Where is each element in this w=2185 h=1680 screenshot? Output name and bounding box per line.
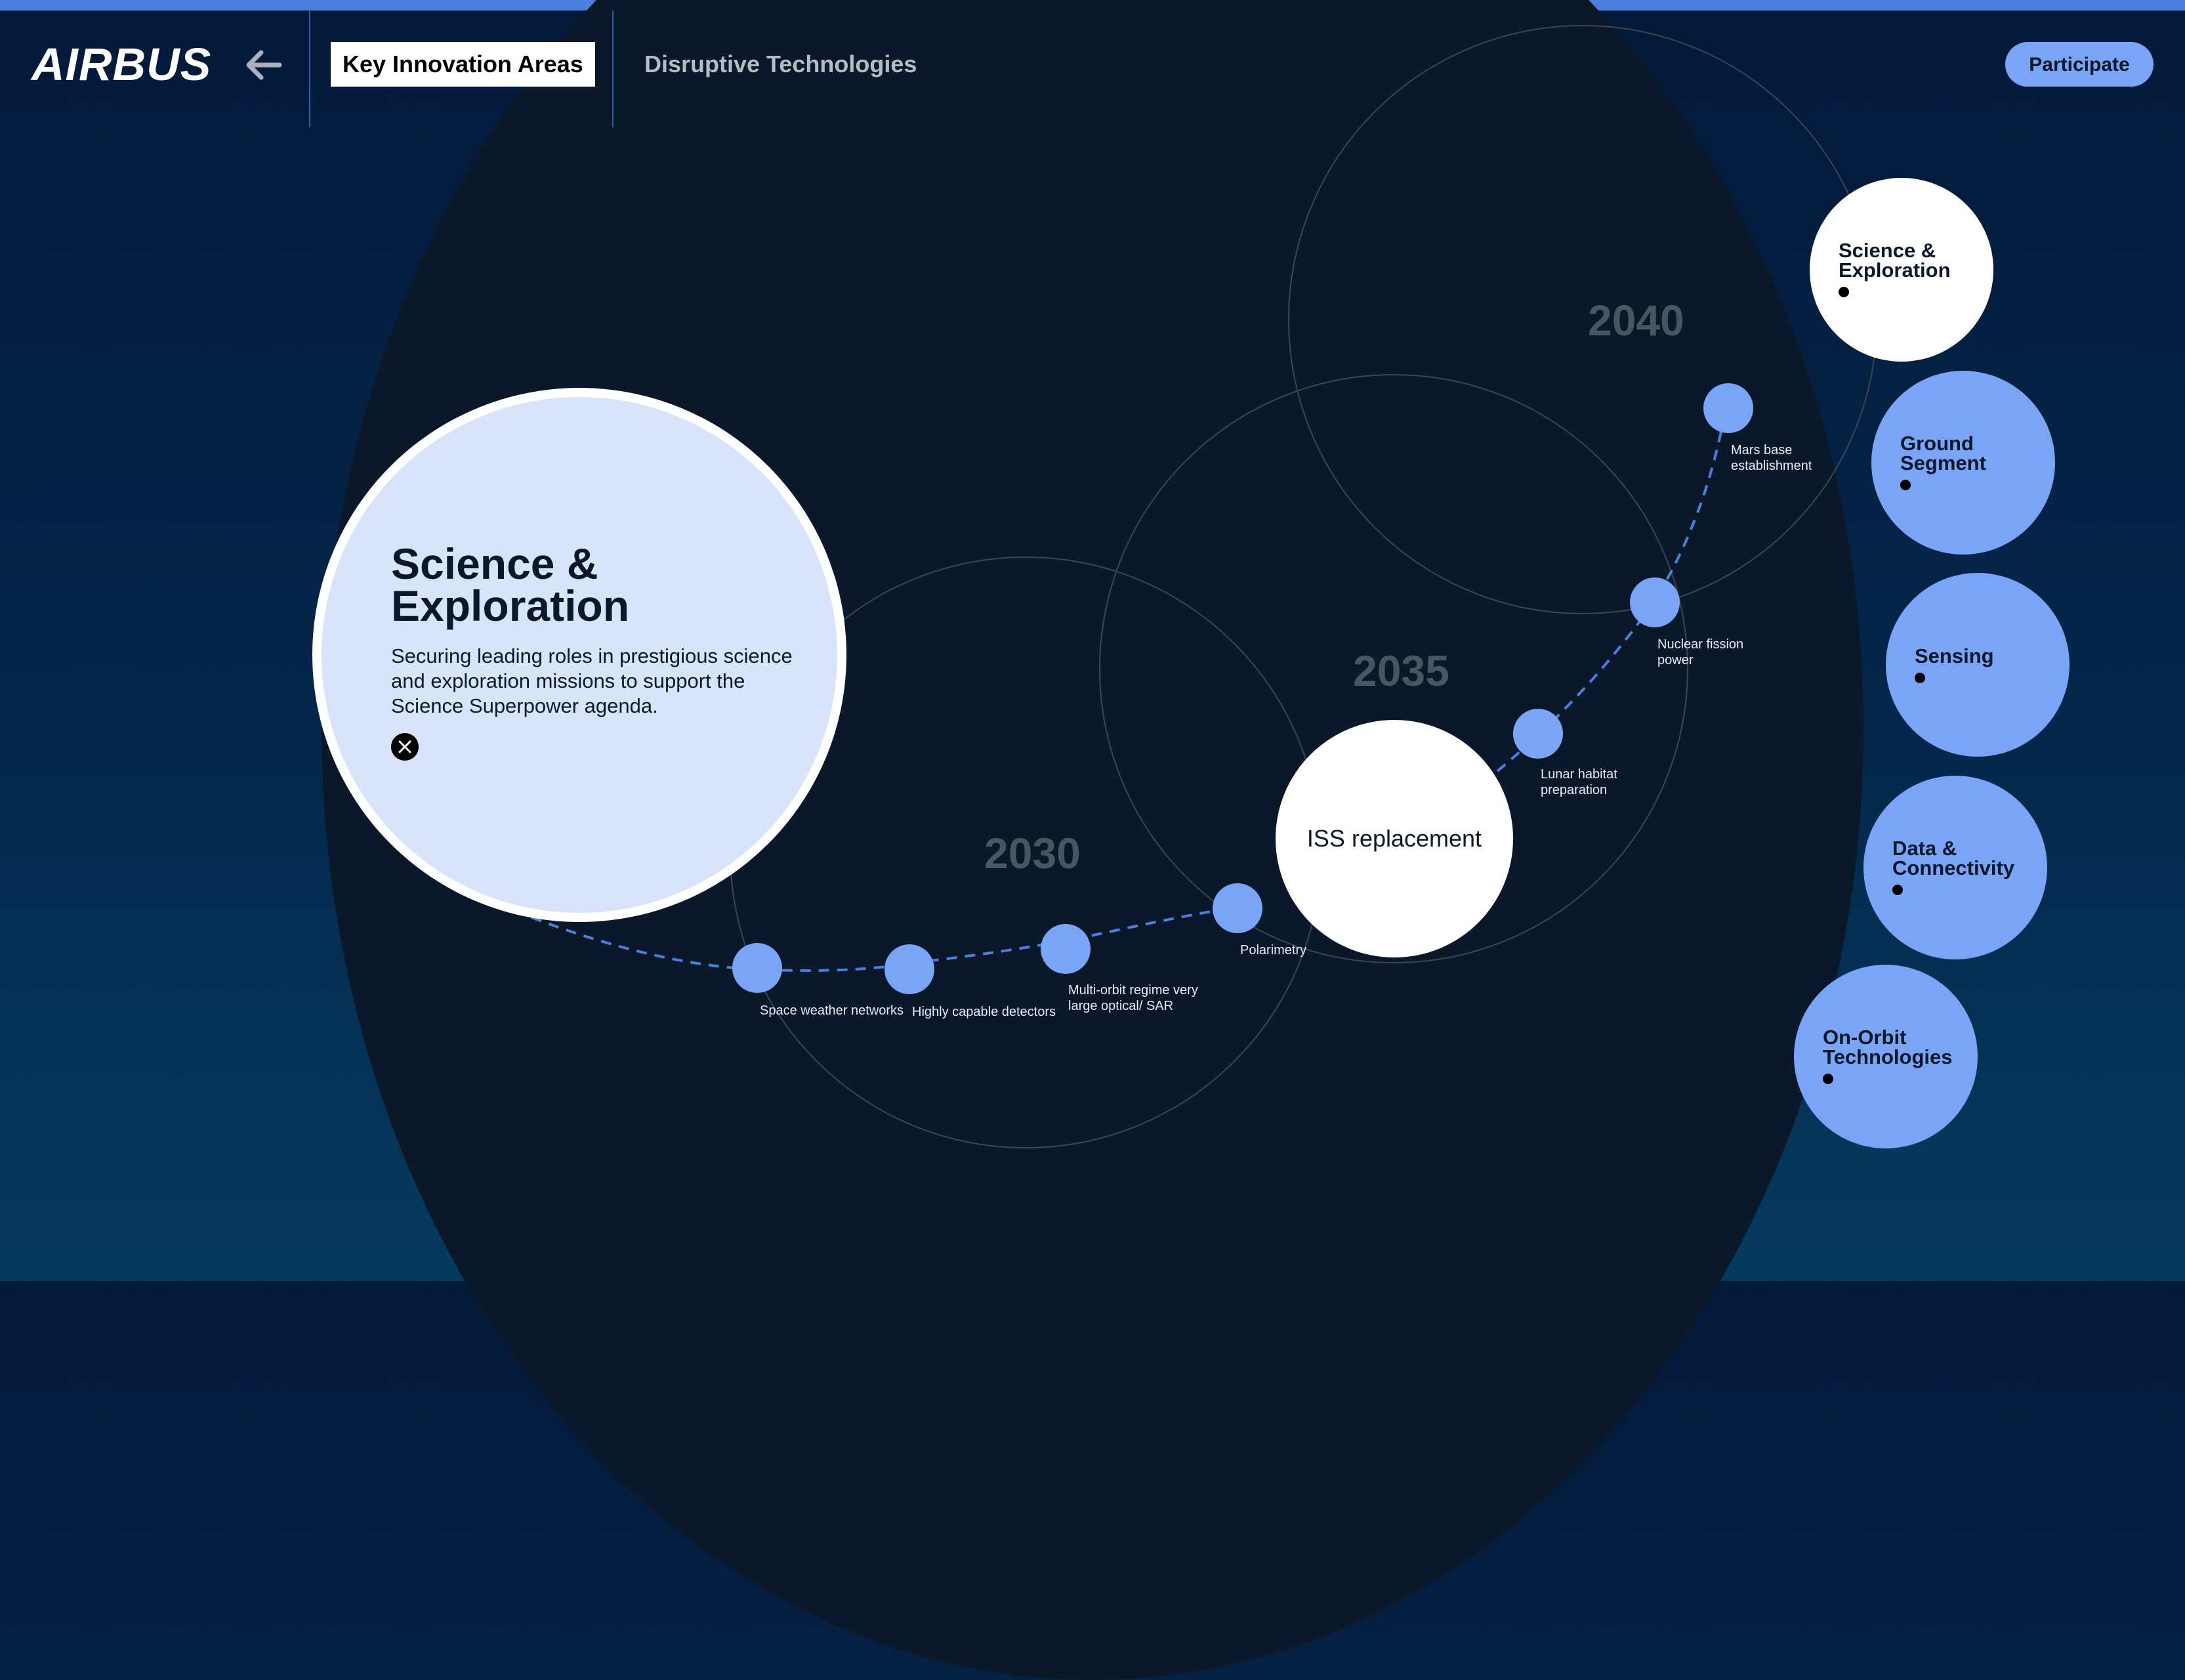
milestone-dot[interactable] xyxy=(1041,924,1091,974)
nav-label: Ground Segment xyxy=(1900,432,1986,474)
card-title: Science & Exploration xyxy=(391,539,630,630)
back-arrow-icon[interactable] xyxy=(240,42,286,88)
nav-label: On-Orbit Technologies xyxy=(1823,1026,1953,1068)
nav-data-connectivity[interactable]: Data & Connectivity xyxy=(1863,776,2047,959)
milestone-dot[interactable] xyxy=(884,944,934,994)
nav-indicator-dot xyxy=(1839,287,1849,297)
milestone-label: Lunar habitat preparation xyxy=(1541,767,1617,797)
featured-milestone-label: ISS replacement xyxy=(1306,825,1482,852)
milestone-dot[interactable] xyxy=(1703,383,1753,433)
milestone-label: Multi-orbit regime very large optical/ S… xyxy=(1068,983,1198,1013)
milestone-dot[interactable] xyxy=(732,943,782,993)
nav-sensing[interactable]: Sensing xyxy=(1886,573,2070,757)
featured-milestone-iss-replacement[interactable]: ISS replacement xyxy=(1276,720,1513,957)
milestone-dot[interactable] xyxy=(1213,883,1262,933)
header-divider xyxy=(309,10,310,127)
year-label-2035: 2035 xyxy=(1353,646,1449,695)
nav-label: Science & Exploration xyxy=(1839,239,1951,282)
milestone-label: Space weather networks xyxy=(760,1003,904,1018)
milestone-dot[interactable] xyxy=(1630,578,1680,627)
nav-indicator-dot xyxy=(1823,1074,1833,1084)
airbus-logo[interactable]: AIRBUS xyxy=(31,38,211,91)
milestone-dot[interactable] xyxy=(1513,709,1563,759)
tab-disruptive-technologies[interactable]: Disruptive Technologies xyxy=(644,42,917,87)
nav-on-orbit-technologies[interactable]: On-Orbit Technologies xyxy=(1794,965,1978,1148)
nav-label: Data & Connectivity xyxy=(1892,837,2015,879)
key-area-card: Science & Exploration Securing leading r… xyxy=(322,397,837,913)
nav-ground-segment[interactable]: Ground Segment xyxy=(1871,371,2055,555)
tab-key-innovation-areas[interactable]: Key Innovation Areas xyxy=(331,42,595,87)
close-icon[interactable] xyxy=(391,733,419,761)
milestone-label: Mars base establishment xyxy=(1731,443,1812,473)
participate-button[interactable]: Participate xyxy=(2005,42,2154,87)
year-label-2040: 2040 xyxy=(1588,296,1684,345)
nav-indicator-dot xyxy=(1892,885,1903,895)
nav-indicator-dot xyxy=(1900,480,1911,490)
nav-label: Sensing xyxy=(1915,644,1994,667)
header-divider xyxy=(612,10,614,127)
milestone-label: Highly capable detectors xyxy=(912,1005,1056,1019)
nav-science-exploration[interactable]: Science & Exploration xyxy=(1810,178,1993,362)
card-description: Securing leading roles in prestigious sc… xyxy=(391,644,793,717)
year-label-2030: 2030 xyxy=(984,829,1081,877)
nav-indicator-dot xyxy=(1915,673,1925,683)
milestone-label: Nuclear fission power xyxy=(1657,637,1744,667)
